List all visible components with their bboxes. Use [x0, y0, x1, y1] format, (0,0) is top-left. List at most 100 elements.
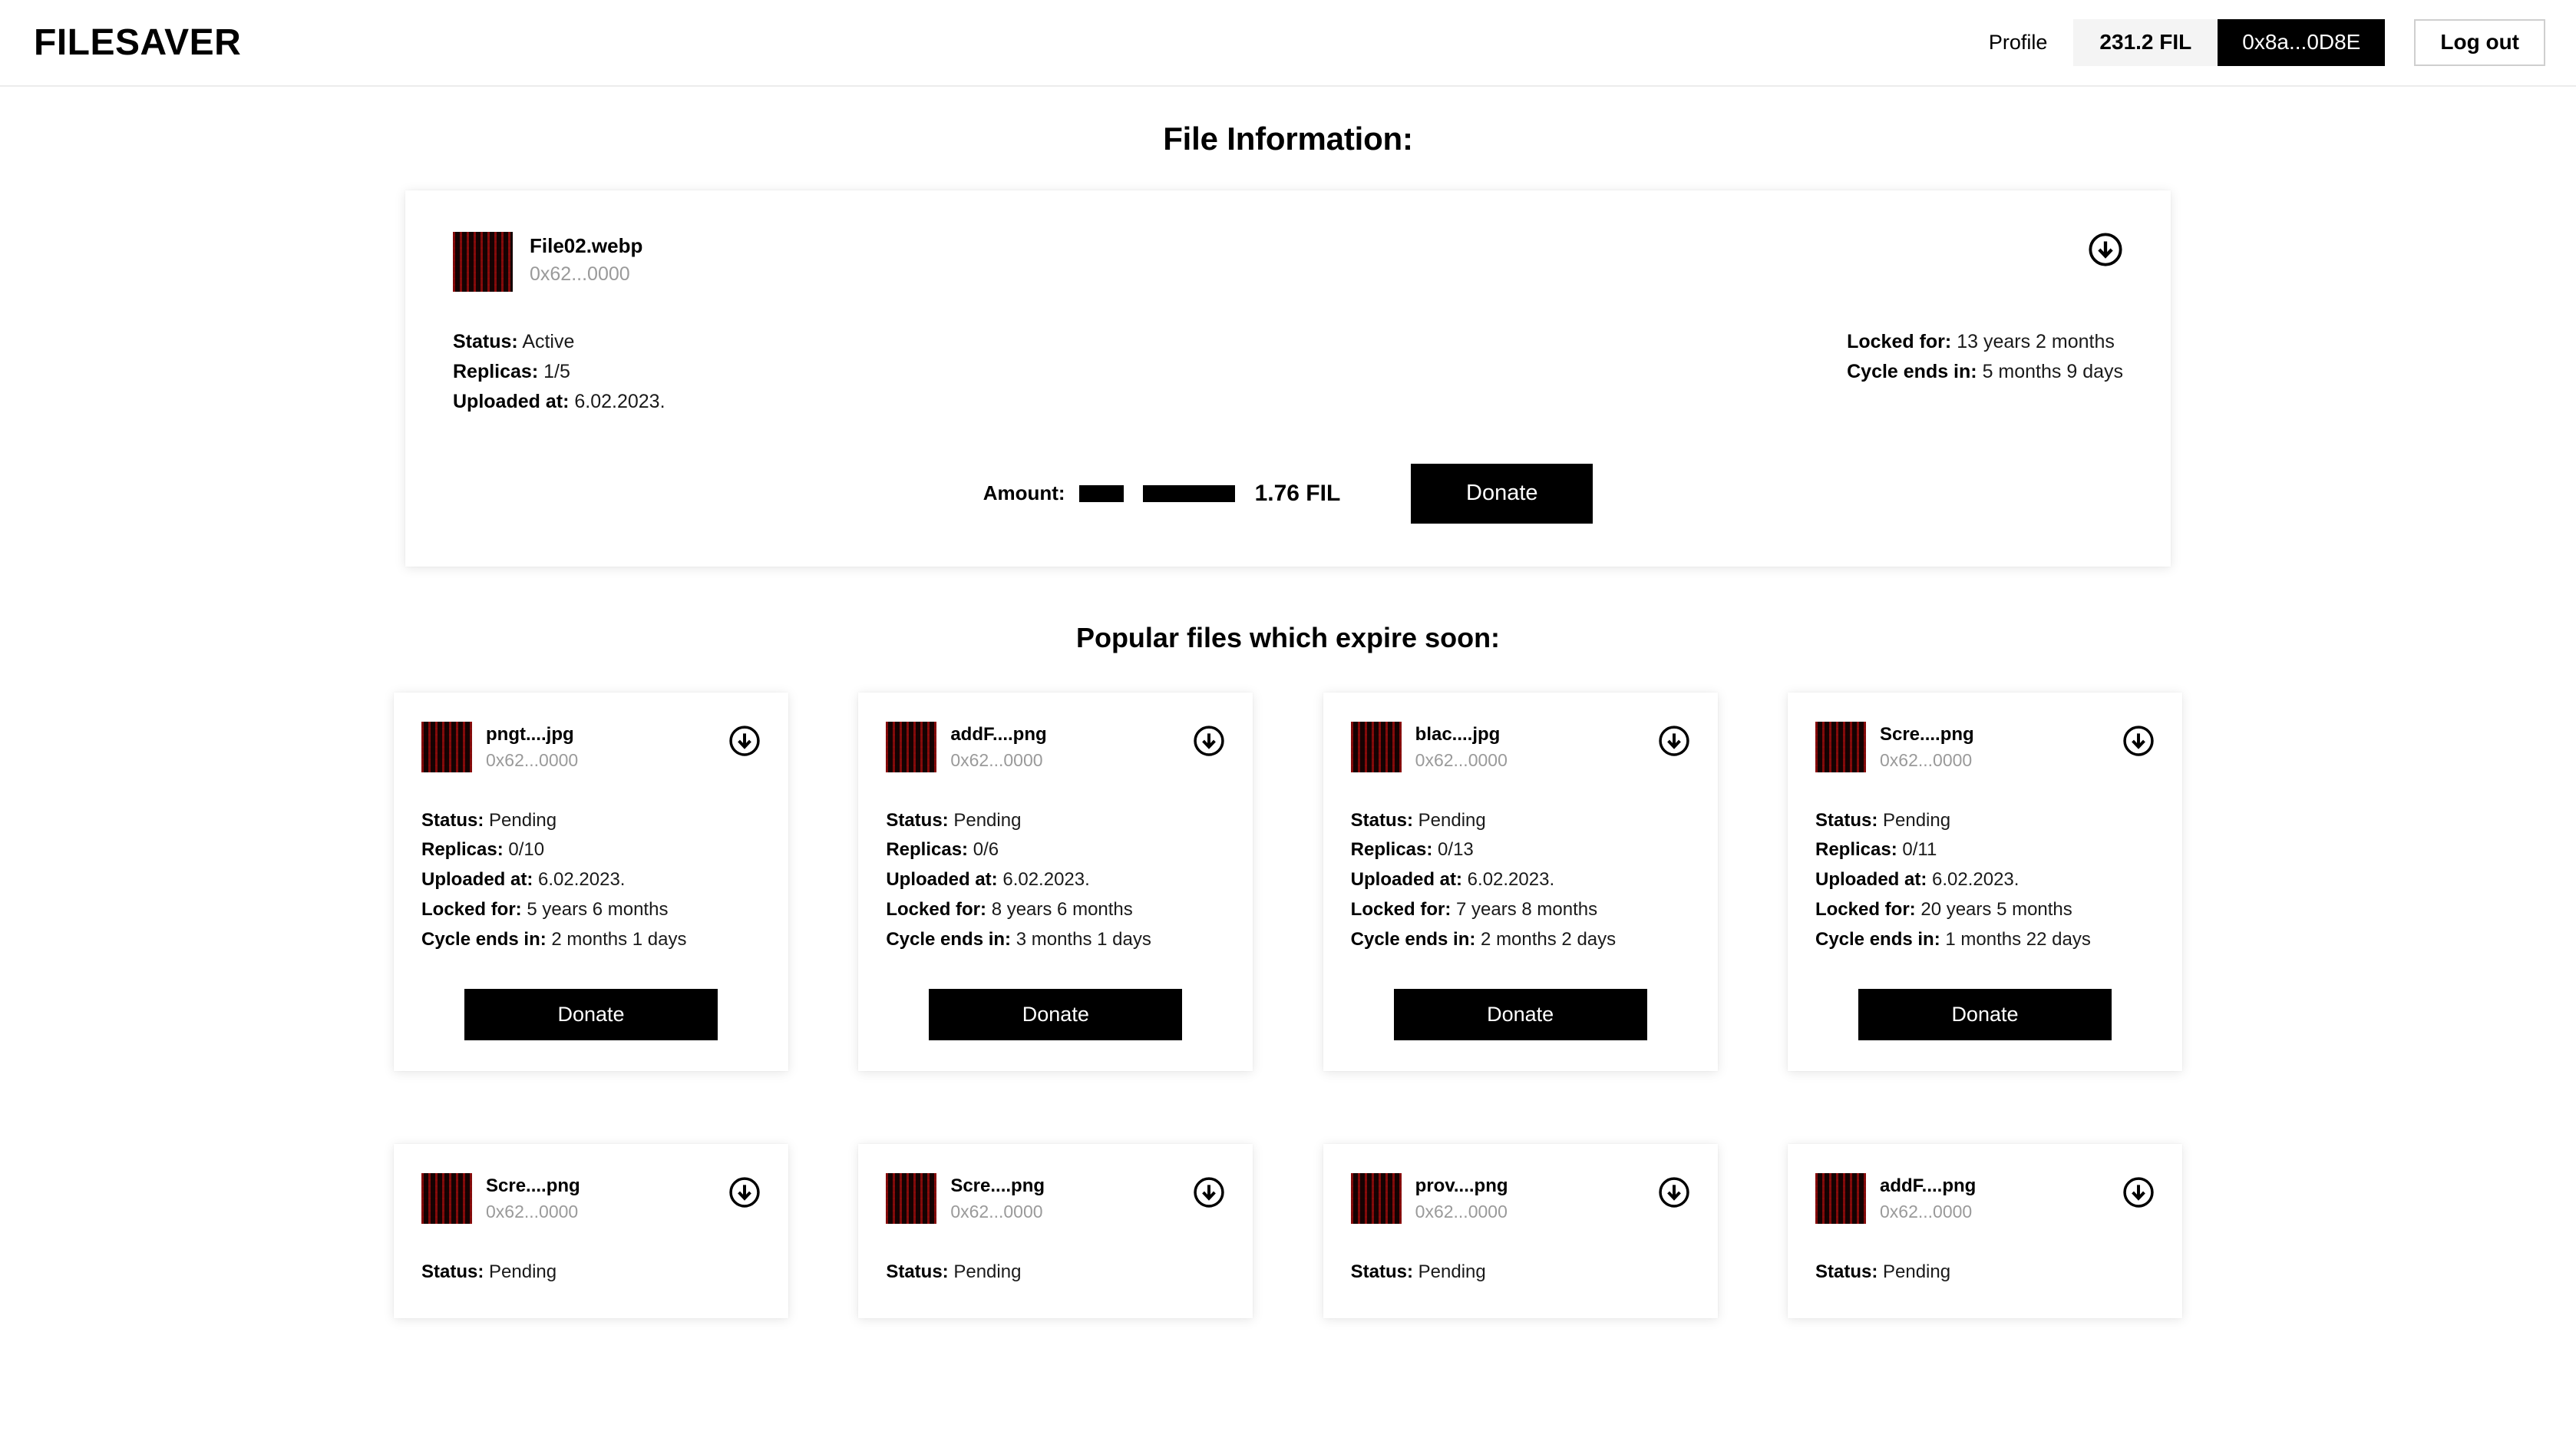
status-line-value: Pending	[1883, 1261, 1951, 1283]
donate-button[interactable]: Donate	[1858, 988, 2112, 1041]
cycle-line: Cycle ends in: 1 months 22 days	[1815, 925, 2155, 955]
locked-line-label: Locked for:	[1815, 899, 1916, 921]
file-identity: File02.webp 0x62...0000	[453, 232, 642, 292]
status-line-label: Status:	[1350, 809, 1413, 831]
popular-file-stats: Status: Pending Replicas: 0/13 Uploaded at…	[1351, 806, 1690, 955]
popular-file-stats: Status: Pending	[1351, 1258, 1690, 1288]
file-information-section: File02.webp 0x62...0000 Status: Active R…	[405, 190, 2171, 567]
uploaded-line-value: 6.02.2023.	[1932, 869, 2020, 891]
uploaded-line: Uploaded at: 6.02.2023.	[421, 865, 761, 895]
file-meta: prov....png 0x62...0000	[1415, 1173, 1508, 1224]
file-address: 0x62...0000	[950, 1202, 1043, 1222]
status-line-label: Status:	[1350, 1261, 1413, 1283]
uploaded-line-label: Uploaded at:	[1350, 869, 1462, 891]
file-thumbnail	[421, 721, 472, 772]
replicas-line: Replicas: 0/10	[421, 835, 761, 865]
download-circle-icon[interactable]	[728, 1176, 761, 1208]
file-meta: Scre....png 0x62...0000	[1880, 722, 1974, 772]
download-circle-icon[interactable]	[1658, 1176, 1690, 1208]
file-card-header: File02.webp 0x62...0000	[453, 232, 2123, 292]
file-identity: prov....png 0x62...0000	[1350, 1173, 1508, 1225]
uploaded-value: 6.02.2023.	[574, 390, 665, 412]
popular-file-stats: Status: Pending Replicas: 0/10 Uploaded at…	[421, 806, 761, 955]
popular-file-header: Scre....png 0x62...0000	[1815, 721, 2155, 772]
popular-file-header: addF....png 0x62...0000	[1815, 1173, 2155, 1225]
file-meta: addF....png 0x62...0000	[1880, 1173, 1976, 1224]
replicas-line-value: 0/10	[508, 839, 545, 861]
file-thumbnail	[886, 1173, 937, 1225]
popular-file-card: addF....png 0x62...0000 Status: Pending	[1787, 1144, 2182, 1318]
status-line-value: Pending	[489, 809, 557, 831]
replicas-value: 1/5	[543, 360, 570, 382]
replicas-line: Replicas: 0/11	[1815, 835, 2155, 865]
popular-files-grid: pngt....jpg 0x62...0000 Status: Pending Rep…	[394, 692, 2182, 1318]
file-name: Scre....png	[950, 1175, 1045, 1197]
popular-file-card: Scre....png 0x62...0000 Status: Pending Rep…	[1787, 692, 2182, 1072]
file-address: 0x62...0000	[1879, 1202, 1973, 1222]
download-circle-icon[interactable]	[2122, 725, 2155, 757]
locked-line-label: Locked for:	[1350, 899, 1451, 921]
donate-button[interactable]: Donate	[464, 988, 718, 1041]
popular-file-header: pngt....jpg 0x62...0000	[421, 721, 761, 772]
donate-button[interactable]: Donate	[929, 988, 1183, 1041]
logout-button[interactable]: Log out	[2414, 19, 2545, 66]
locked-line-label: Locked for:	[421, 899, 522, 921]
file-meta: Scre....png 0x62...0000	[950, 1173, 1045, 1224]
status-line-label: Status:	[1815, 809, 1878, 831]
file-address: 0x62...0000	[950, 749, 1043, 770]
popular-file-header: addF....png 0x62...0000	[886, 721, 1225, 772]
replicas-line-label: Replicas:	[1350, 839, 1433, 861]
file-address: 0x62...0000	[486, 1202, 579, 1222]
cycle-value: 5 months 9 days	[1982, 360, 2123, 382]
file-identity: Scre....png 0x62...0000	[886, 1173, 1045, 1225]
download-circle-icon[interactable]	[1658, 725, 1690, 757]
replicas-line-label: Replicas:	[1815, 839, 1897, 861]
status-line: Status: Pending	[1815, 806, 2155, 836]
locked-line: Locked for: 8 years 6 months	[886, 895, 1225, 925]
profile-link[interactable]: Profile	[1989, 31, 2074, 55]
status-line-value: Pending	[1418, 809, 1486, 831]
uploaded-line: Uploaded at: 6.02.2023.	[1815, 865, 2155, 895]
popular-file-card: blac....jpg 0x62...0000 Status: Pending Rep…	[1323, 692, 1718, 1072]
popular-file-header: prov....png 0x62...0000	[1350, 1173, 1690, 1225]
file-identity: Scre....png 0x62...0000	[1815, 721, 1974, 772]
uploaded-label: Uploaded at:	[453, 390, 570, 412]
download-circle-icon[interactable]	[728, 725, 761, 757]
uploaded-line-label: Uploaded at:	[421, 869, 533, 891]
amount-slider[interactable]	[1078, 484, 1235, 502]
file-thumbnail	[453, 232, 513, 292]
file-name: Scre....png	[1879, 723, 1974, 745]
file-name: addF....png	[950, 723, 1047, 745]
file-identity: Scre....png 0x62...0000	[421, 1173, 580, 1225]
locked-line-value: 20 years 5 months	[1920, 899, 2072, 921]
cycle-line-label: Cycle ends in:	[1350, 929, 1476, 950]
locked-line: Locked for: 13 years 2 months	[1847, 327, 2123, 357]
locked-line: Locked for: 5 years 6 months	[421, 895, 761, 925]
donate-button[interactable]: Donate	[1411, 464, 1593, 524]
status-line-label: Status:	[886, 809, 949, 831]
status-line-label: Status:	[421, 809, 484, 831]
download-circle-icon[interactable]	[2088, 232, 2123, 267]
file-identity: addF....png 0x62...0000	[886, 721, 1047, 772]
wallet-address-chip[interactable]: 0x8a...0D8E	[2218, 19, 2386, 66]
replicas-line-label: Replicas:	[886, 839, 969, 861]
donate-button[interactable]: Donate	[1393, 988, 1647, 1041]
popular-file-stats: Status: Pending	[1815, 1258, 2155, 1288]
status-line: Status: Pending	[1351, 1258, 1690, 1288]
file-identity: addF....png 0x62...0000	[1815, 1173, 1976, 1225]
header-actions: Profile 231.2 FIL 0x8a...0D8E Log out	[1989, 19, 2545, 66]
file-address: 0x62...0000	[530, 263, 630, 285]
file-meta: pngt....jpg 0x62...0000	[486, 722, 578, 772]
download-circle-icon[interactable]	[2122, 1176, 2155, 1208]
download-circle-icon[interactable]	[1193, 1176, 1225, 1208]
download-circle-icon[interactable]	[1193, 725, 1225, 757]
cycle-line-value: 2 months 2 days	[1481, 929, 1617, 950]
popular-files-title: Popular files which expire soon:	[1075, 621, 1501, 653]
popular-file-header: blac....jpg 0x62...0000	[1350, 721, 1690, 772]
file-address: 0x62...0000	[1415, 749, 1508, 770]
amount-slider-thumb[interactable]	[1124, 484, 1144, 502]
file-thumbnail	[1350, 1173, 1402, 1225]
file-address: 0x62...0000	[1415, 1202, 1508, 1222]
wallet-balance-chip: 231.2 FIL	[2073, 19, 2218, 66]
status-line-label: Status:	[1815, 1261, 1878, 1283]
